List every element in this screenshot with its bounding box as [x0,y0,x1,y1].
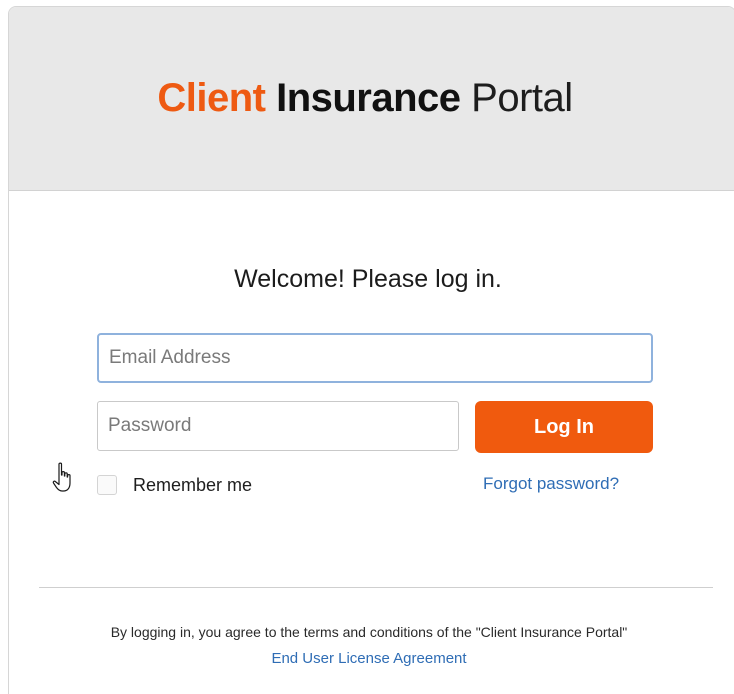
remember-me-control[interactable]: Remember me [97,473,252,497]
password-field[interactable] [97,401,459,451]
brand-word-portal: Portal [471,76,573,120]
remember-me-checkbox[interactable] [97,475,117,495]
welcome-heading: Welcome! Please log in. [234,265,502,293]
brand-word-insurance: Insurance [276,76,461,120]
eula-link[interactable]: End User License Agreement [9,650,733,667]
email-field[interactable] [97,333,653,383]
hand-pointer-icon [52,462,71,492]
portal-header: Client Insurance Portal [9,7,734,191]
terms-text: By logging in, you agree to the terms an… [110,624,628,640]
remember-me-label[interactable]: Remember me [133,475,252,496]
portal-brand-title: Client Insurance Portal [157,76,573,121]
forgot-password-link[interactable]: Forgot password? [483,474,619,494]
footer-divider [39,587,713,588]
login-card: Client Insurance Portal Welcome! Please … [8,6,734,694]
brand-word-client: Client [157,76,266,120]
page: Client Insurance Portal Welcome! Please … [0,0,734,694]
login-button[interactable]: Log In [475,401,653,453]
